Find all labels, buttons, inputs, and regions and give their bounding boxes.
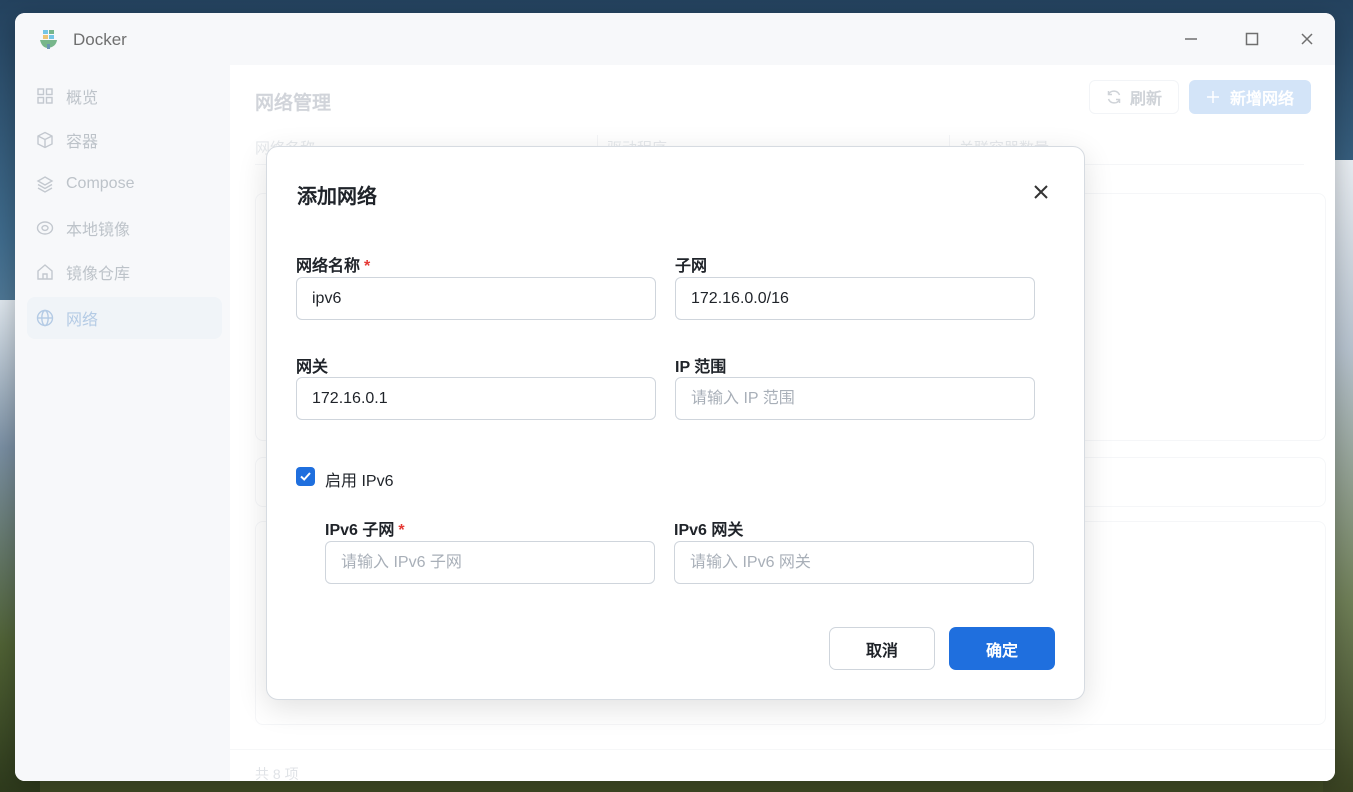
required-star: *	[364, 258, 371, 275]
add-network-dialog: 添加网络 网络名称* 子网 网关 IP 范围 启用 IPv6 IPv6 子网* …	[266, 146, 1085, 700]
subnet-input[interactable]	[675, 277, 1035, 320]
ipv6-gateway-label: IPv6 网关	[674, 522, 744, 539]
ip-range-input[interactable]	[675, 377, 1035, 420]
required-star: *	[398, 522, 405, 539]
ipv6-subnet-input[interactable]	[325, 541, 655, 584]
confirm-button[interactable]: 确定	[949, 627, 1055, 670]
network-name-label: 网络名称 *	[296, 258, 371, 275]
dialog-title: 添加网络	[297, 186, 377, 208]
gateway-input[interactable]	[296, 377, 656, 420]
ipv6-subnet-label: IPv6 子网 *	[325, 522, 405, 539]
gateway-label: 网关	[296, 359, 329, 376]
cancel-button[interactable]: 取消	[829, 627, 935, 670]
subnet-label: 子网	[675, 258, 708, 275]
dialog-close-icon[interactable]	[1029, 180, 1053, 204]
ip-range-label: IP 范围	[675, 359, 727, 376]
ipv6-gateway-input[interactable]	[674, 541, 1034, 584]
checkmark-icon	[300, 472, 311, 481]
enable-ipv6-checkbox[interactable]	[296, 467, 315, 486]
network-name-input[interactable]	[296, 277, 656, 320]
enable-ipv6-label[interactable]: 启用 IPv6	[325, 467, 393, 491]
